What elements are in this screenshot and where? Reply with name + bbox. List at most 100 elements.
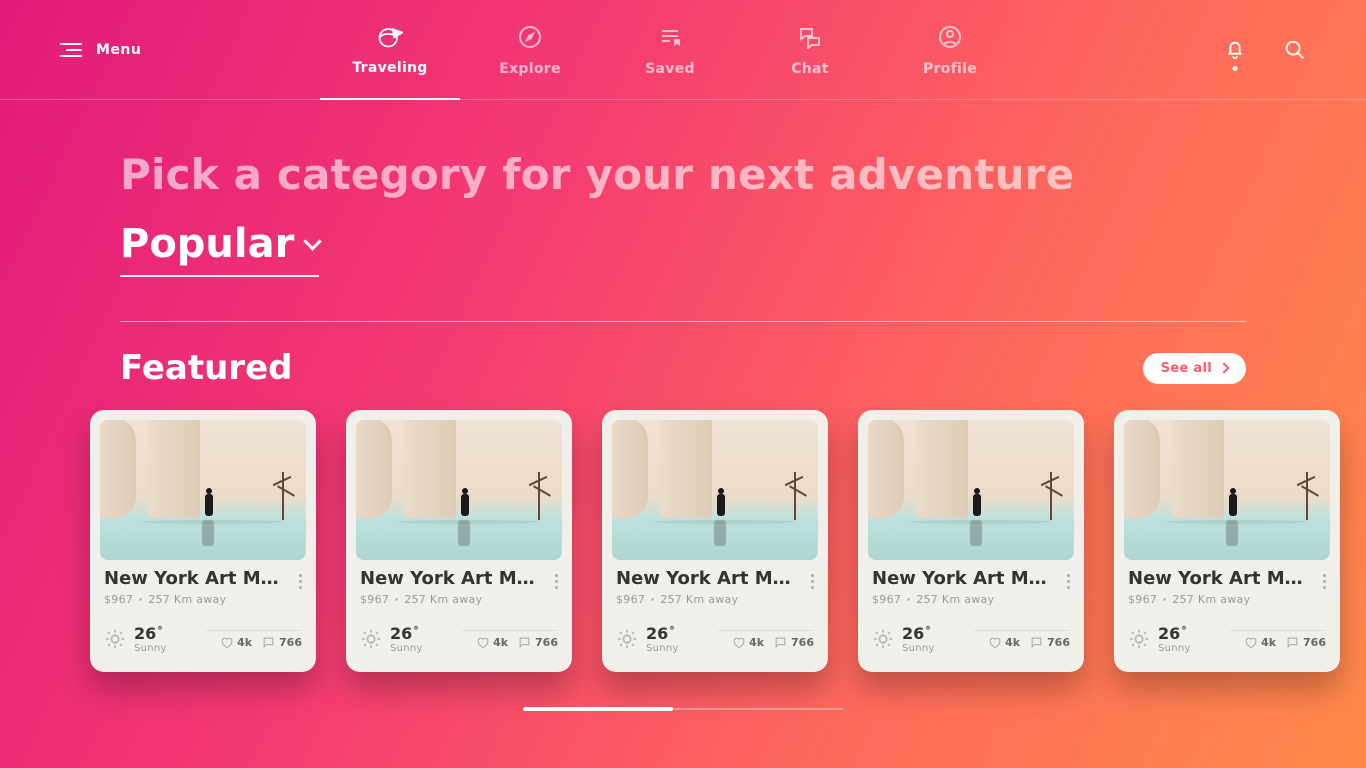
card-temperature: 26 (1158, 624, 1180, 643)
user-circle-icon (936, 23, 964, 51)
card-price: $967 (1128, 593, 1157, 606)
card-more-button[interactable] (295, 570, 306, 593)
globe-plane-icon (376, 22, 404, 50)
card-image (100, 420, 306, 560)
stat-divider (718, 630, 814, 631)
card-image (356, 420, 562, 560)
card-weather: 26° Sunny (360, 624, 423, 654)
separator-dot (1163, 598, 1166, 601)
tab-chat[interactable]: Chat (740, 0, 880, 100)
carousel-scrollbar-thumb[interactable] (523, 707, 673, 711)
card-condition: Sunny (902, 643, 935, 654)
featured-section-header: Featured See all (120, 348, 1246, 388)
card-temperature: 26 (390, 624, 412, 643)
card-stats: 4k 766 (462, 630, 558, 649)
card-distance: 257 Km away (1172, 593, 1250, 606)
comments-count: 766 (279, 636, 302, 649)
card-more-button[interactable] (807, 570, 818, 593)
page-content: Pick a category for your next adventure … (0, 100, 1366, 388)
card-price: $967 (616, 593, 645, 606)
card-likes[interactable]: 4k (732, 636, 764, 649)
heart-icon (732, 636, 745, 649)
tab-traveling[interactable]: Traveling (320, 0, 460, 100)
tab-saved[interactable]: Saved (600, 0, 740, 100)
page-headline: Pick a category for your next adventure (120, 150, 1246, 199)
featured-card[interactable]: New York Art Me… $967 257 Km away 26° Su… (346, 410, 572, 672)
see-all-button[interactable]: See all (1143, 353, 1246, 384)
degree-symbol: ° (157, 624, 163, 637)
card-likes[interactable]: 4k (988, 636, 1020, 649)
card-more-button[interactable] (1319, 570, 1330, 593)
compass-icon (516, 23, 544, 51)
chevron-right-icon (1218, 362, 1229, 373)
chevron-down-icon (304, 232, 322, 250)
carousel-scrollbar-track[interactable] (523, 708, 843, 710)
comment-icon (518, 636, 531, 649)
search-button[interactable] (1284, 39, 1306, 61)
separator-dot (907, 598, 910, 601)
header-actions (1224, 39, 1306, 61)
card-price: $967 (104, 593, 133, 606)
tab-explore[interactable]: Explore (460, 0, 600, 100)
stat-divider (974, 630, 1070, 631)
comment-icon (1030, 636, 1043, 649)
separator-dot (395, 598, 398, 601)
likes-count: 4k (1261, 636, 1276, 649)
comments-count: 766 (791, 636, 814, 649)
sun-icon (616, 628, 638, 650)
card-price: $967 (360, 593, 389, 606)
card-more-button[interactable] (1063, 570, 1074, 593)
featured-card[interactable]: New York Art Me… $967 257 Km away 26° Su… (858, 410, 1084, 672)
sun-icon (872, 628, 894, 650)
card-image (868, 420, 1074, 560)
featured-card[interactable]: New York Art Me… $967 257 Km away 26° Su… (90, 410, 316, 672)
sun-icon (104, 628, 126, 650)
comments-count: 766 (535, 636, 558, 649)
featured-card[interactable]: New York Art Me… $967 257 Km away 26° Su… (1114, 410, 1340, 672)
card-title: New York Art Me… (1128, 568, 1308, 589)
card-stats: 4k 766 (1230, 630, 1326, 649)
card-comments[interactable]: 766 (1030, 636, 1070, 649)
notification-indicator-dot (1233, 66, 1238, 71)
sun-icon (1128, 628, 1150, 650)
see-all-label: See all (1161, 361, 1212, 376)
card-weather: 26° Sunny (616, 624, 679, 654)
comments-count: 766 (1047, 636, 1070, 649)
notifications-button[interactable] (1224, 39, 1246, 61)
card-comments[interactable]: 766 (1286, 636, 1326, 649)
card-condition: Sunny (134, 643, 167, 654)
stat-divider (206, 630, 302, 631)
card-title: New York Art Me… (104, 568, 284, 589)
card-distance: 257 Km away (660, 593, 738, 606)
bell-icon (1224, 39, 1246, 61)
card-stats: 4k 766 (718, 630, 814, 649)
card-likes[interactable]: 4k (220, 636, 252, 649)
stat-divider (1230, 630, 1326, 631)
card-more-button[interactable] (551, 570, 562, 593)
heart-icon (988, 636, 1001, 649)
featured-cards-scroller[interactable]: New York Art Me… $967 257 Km away 26° Su… (90, 410, 1366, 672)
card-comments[interactable]: 766 (262, 636, 302, 649)
card-condition: Sunny (390, 643, 423, 654)
likes-count: 4k (1005, 636, 1020, 649)
comments-count: 766 (1303, 636, 1326, 649)
heart-icon (220, 636, 233, 649)
card-weather: 26° Sunny (1128, 624, 1191, 654)
card-condition: Sunny (646, 643, 679, 654)
stat-divider (462, 630, 558, 631)
card-comments[interactable]: 766 (774, 636, 814, 649)
card-title: New York Art Me… (872, 568, 1052, 589)
card-likes[interactable]: 4k (1244, 636, 1276, 649)
tab-label: Traveling (352, 60, 427, 76)
tab-profile[interactable]: Profile (880, 0, 1020, 100)
card-likes[interactable]: 4k (476, 636, 508, 649)
featured-card[interactable]: New York Art Me… $967 257 Km away 26° Su… (602, 410, 828, 672)
category-dropdown[interactable]: Popular (120, 221, 319, 277)
degree-symbol: ° (413, 624, 419, 637)
hamburger-icon (60, 43, 82, 57)
likes-count: 4k (749, 636, 764, 649)
card-image (612, 420, 818, 560)
card-comments[interactable]: 766 (518, 636, 558, 649)
tab-label: Saved (645, 61, 695, 77)
menu-button[interactable]: Menu (60, 42, 141, 58)
